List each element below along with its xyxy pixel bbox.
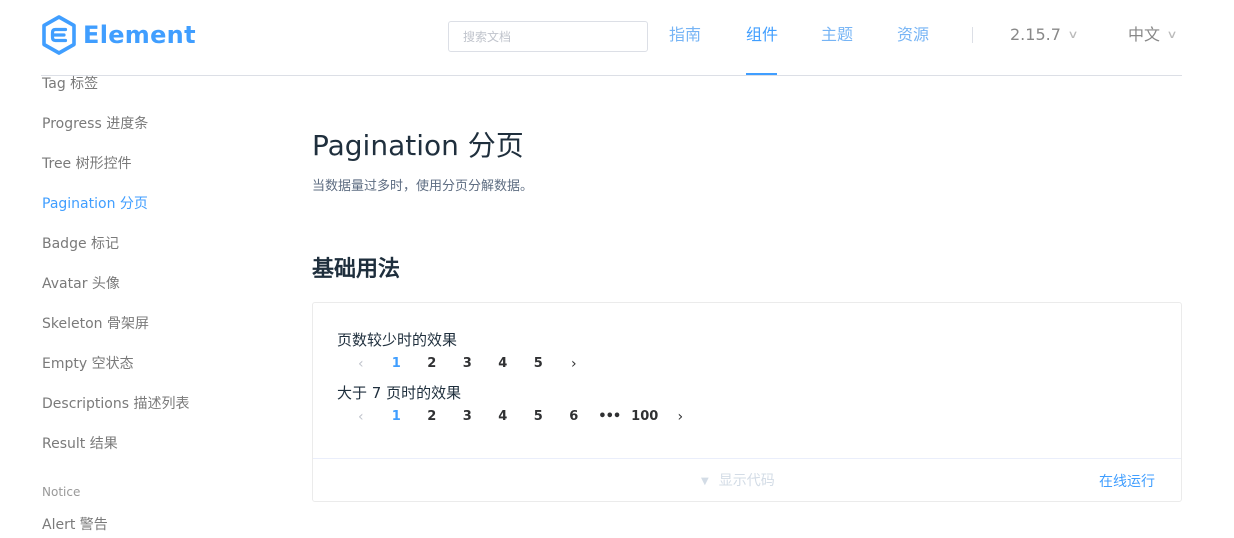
- sidebar-group-title: Notice: [42, 485, 81, 499]
- top-header: Element 指南 组件 主题 资源 2.15.7 ∨ 中文 ∨: [0, 0, 1234, 76]
- sidebar-item-tag[interactable]: Tag 标签: [42, 75, 98, 93]
- nav-resource[interactable]: 资源: [897, 25, 929, 45]
- chevron-down-icon: ∨: [1067, 28, 1079, 41]
- page-number[interactable]: 5: [521, 353, 557, 375]
- page-number[interactable]: 4: [485, 406, 521, 428]
- sidebar-item-result[interactable]: Result 结果: [42, 435, 118, 453]
- version-value: 2.15.7: [1010, 25, 1061, 44]
- language-value: 中文: [1128, 25, 1161, 44]
- page-number[interactable]: 6: [556, 406, 592, 428]
- page-description: 当数据量过多时，使用分页分解数据。: [312, 179, 534, 194]
- next-page-button[interactable]: ›: [663, 406, 699, 428]
- sidebar-item-pagination[interactable]: Pagination 分页: [42, 195, 148, 213]
- page-number[interactable]: 3: [450, 406, 486, 428]
- section-title: 基础用法: [312, 257, 401, 282]
- chevron-right-icon: ›: [570, 356, 577, 372]
- nav-guide[interactable]: 指南: [669, 25, 701, 45]
- sidebar-item-empty[interactable]: Empty 空状态: [42, 355, 134, 373]
- language-dropdown[interactable]: 中文 ∨: [1128, 25, 1178, 45]
- example-label: 大于 7 页时的效果: [337, 384, 462, 402]
- page-title: Pagination 分页: [312, 129, 524, 162]
- show-code-button[interactable]: ▼ 显示代码: [701, 472, 775, 491]
- element-logo-icon: [42, 15, 76, 55]
- chevron-right-icon: ›: [677, 409, 684, 425]
- page-number[interactable]: 1: [379, 353, 415, 375]
- pagination-small: ‹ 1 2 3 4 5 ›: [343, 353, 592, 375]
- sidebar-item-skeleton[interactable]: Skeleton 骨架屏: [42, 315, 149, 333]
- sidebar-item-alert[interactable]: Alert 警告: [42, 516, 108, 534]
- sidebar-item-avatar[interactable]: Avatar 头像: [42, 275, 120, 293]
- sidebar-item-tree[interactable]: Tree 树形控件: [42, 155, 132, 173]
- prev-page-button[interactable]: ‹: [343, 406, 379, 428]
- sidebar-item-badge[interactable]: Badge 标记: [42, 235, 119, 253]
- sidebar-item-descriptions[interactable]: Descriptions 描述列表: [42, 395, 189, 413]
- sidebar-item-progress[interactable]: Progress 进度条: [42, 115, 148, 133]
- search-docs-input[interactable]: [448, 21, 648, 52]
- page-number[interactable]: 4: [485, 353, 521, 375]
- page-number[interactable]: 2: [414, 406, 450, 428]
- next-page-button[interactable]: ›: [556, 353, 592, 375]
- nav-divider: [972, 27, 973, 43]
- page-number[interactable]: 2: [414, 353, 450, 375]
- header-divider: [41, 75, 1182, 76]
- element-logo[interactable]: Element: [41, 15, 196, 55]
- run-online-button[interactable]: 在线运行: [1099, 473, 1155, 491]
- chevron-left-icon: ‹: [357, 356, 364, 372]
- show-code-label: 显示代码: [718, 473, 775, 489]
- more-pages-icon[interactable]: •••: [592, 406, 628, 428]
- nav-theme[interactable]: 主题: [821, 25, 853, 45]
- page-number[interactable]: 5: [521, 406, 557, 428]
- example-label: 页数较少时的效果: [337, 331, 458, 349]
- pagination-large: ‹ 1 2 3 4 5 6 ••• 100 ›: [343, 406, 698, 428]
- demo-block: 页数较少时的效果 ‹ 1 2 3 4 5 › 大于 7 页时的效果 ‹ 1 2 …: [312, 302, 1182, 502]
- chevron-down-icon: ∨: [1166, 28, 1178, 41]
- version-dropdown[interactable]: 2.15.7 ∨: [1010, 25, 1079, 45]
- nav-component[interactable]: 组件: [746, 25, 778, 45]
- page-number[interactable]: 100: [627, 406, 663, 428]
- caret-down-icon: ▼: [701, 476, 709, 487]
- page-number[interactable]: 1: [379, 406, 415, 428]
- page-number[interactable]: 3: [450, 353, 486, 375]
- chevron-left-icon: ‹: [357, 409, 364, 425]
- prev-page-button[interactable]: ‹: [343, 353, 379, 375]
- brand-name: Element: [83, 21, 196, 49]
- demo-control-bar: ▼ 显示代码 在线运行: [313, 458, 1181, 502]
